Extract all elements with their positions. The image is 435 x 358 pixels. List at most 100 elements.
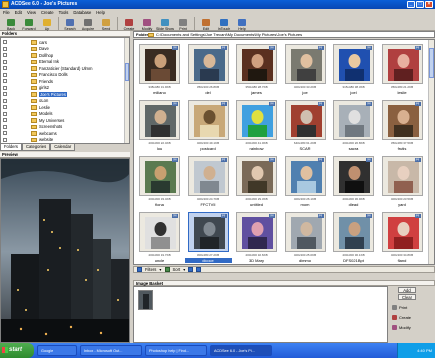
thumbnail-item[interactable]: jpg 400x300 49.1KB postcard (185, 98, 232, 152)
folder-checkbox[interactable] (3, 59, 7, 64)
menu-tools[interactable]: Tools (59, 9, 69, 16)
folder-checkbox[interactable] (3, 40, 7, 45)
thumbnail-item[interactable]: jpg 400x300 29.3KB untitled (233, 154, 280, 208)
close-button[interactable]: × (425, 1, 433, 8)
basket-create-action[interactable]: Create (392, 315, 411, 320)
filters-button[interactable]: Filters (145, 267, 156, 272)
toolbar-acquire-button[interactable]: Acquire (79, 16, 97, 31)
thumbnail-item[interactable]: jpg 400x300 32.6KB 3D Mary (233, 210, 280, 264)
thumbnail-item[interactable]: jpg 350x480 37.5KB frutis (379, 98, 426, 152)
toolbar-print-button[interactable]: Print (174, 16, 192, 31)
taskbar-window-button[interactable]: Photoshop help | Find... (145, 345, 207, 356)
sort-dropdown-icon[interactable]: ▾ (183, 267, 185, 272)
thumbnail-item[interactable]: jpg 350x480 21.2KB leslie (379, 42, 426, 96)
basket-clear-button[interactable]: Clear (398, 294, 416, 300)
minimize-button[interactable]: _ (407, 1, 415, 8)
tab-calendar[interactable]: Calendar (50, 144, 76, 151)
basket-modify-action[interactable]: Modify (392, 325, 411, 330)
thumbnail-item[interactable]: jpg 400x300 19.7KB uncle (136, 210, 183, 264)
thumbnail-item[interactable]: jpg 400x300 30.1KB DFS021Bpt (330, 210, 377, 264)
thumbnail-meta: 350x480 28.7KB (245, 85, 268, 89)
forward-arrow-icon (25, 19, 33, 26)
toolbar-search-button[interactable]: Search (61, 16, 79, 31)
thumbnail-item[interactable]: jpg 400x300 24.7KB FFCTVII (185, 154, 232, 208)
view-mode-icon[interactable] (137, 267, 142, 272)
folder-checkbox[interactable] (3, 131, 7, 136)
thumbnail-item[interactable]: jpg 350x480 28.7KB james (233, 42, 280, 96)
menu-file[interactable]: File (3, 9, 10, 16)
taskbar-window-button[interactable]: ACDSee 6.0 - Joe's Pi... (210, 345, 272, 356)
thumbnail-meta: 400x300 33.2KB (293, 85, 317, 89)
toolbar-send-button[interactable]: Send (97, 16, 115, 31)
thumbnail-item[interactable]: jpg 400x300 34.8KB fland (379, 210, 426, 264)
basket-add-button[interactable]: Add (398, 287, 416, 293)
menu-help[interactable]: Help (96, 9, 105, 16)
file-type-badge-icon: jpg (220, 158, 227, 162)
thumbnail-item[interactable]: jpg 400x300 23.5KB yard (379, 154, 426, 208)
thumbnail-item[interactable]: jpg 300x480 27.2KB dicoce (184, 210, 232, 264)
folder-checkbox[interactable] (3, 98, 7, 103)
thumbnail-item[interactable]: jpg 400x300 26.1KB mom (282, 154, 329, 208)
folder-icon (31, 79, 37, 84)
thumbnail-size-icon[interactable] (188, 267, 194, 272)
folder-checkbox[interactable] (3, 46, 7, 51)
toolbar-intouch-button[interactable]: InTouch (215, 16, 233, 31)
file-type-badge-icon: jpg (317, 214, 324, 218)
window-controls: _ □ × (407, 1, 433, 8)
thumbnail-item[interactable]: jpg 640x480 61.2KB SCAR (282, 98, 329, 152)
menu-create[interactable]: Create (41, 9, 54, 16)
toolbar-slide-show-button[interactable]: Slide Show (156, 16, 174, 31)
thumbnail-item[interactable]: jpg 400x300 36.9KB dlead (330, 154, 377, 208)
toolbar-back-button[interactable]: Back (2, 16, 20, 31)
toolbar-create-button[interactable]: Create (120, 16, 138, 31)
folder-checkbox[interactable] (3, 137, 7, 142)
menu-database[interactable]: Database (73, 9, 91, 16)
address-bar[interactable]: Folders C:\Documents and Settings\Joe Tr… (133, 31, 435, 38)
sort-button[interactable]: Sort (173, 267, 181, 272)
folder-checkbox[interactable] (3, 124, 7, 129)
folder-checkbox[interactable] (3, 66, 7, 71)
filters-dropdown-icon[interactable]: ▾ (159, 267, 161, 272)
toolbar-edit-button[interactable]: Edit (197, 16, 215, 31)
start-button[interactable]: start (0, 343, 34, 358)
folder-checkbox[interactable] (3, 72, 7, 77)
thumbnail-item[interactable]: jpg 350x300 26.8KB del (185, 42, 232, 96)
select-all-icon[interactable] (196, 267, 202, 272)
folder-icon (31, 131, 37, 136)
folder-checkbox[interactable] (3, 111, 7, 116)
folder-checkbox[interactable] (3, 118, 7, 123)
basket-print-action[interactable]: Print (392, 305, 407, 310)
file-type-badge-icon: jpg (366, 102, 372, 106)
folder-checkbox[interactable] (3, 53, 7, 58)
thumbnail-item[interactable]: jpg 338x480 31.9KB miliano (136, 42, 183, 96)
thumbnail-item[interactable]: jpg 400x300 25.0KB dimmo (282, 210, 329, 264)
system-tray-clock[interactable]: 4:40 PM (397, 343, 435, 358)
toolbar-up-button[interactable]: Up (38, 16, 56, 31)
toolbar-forward-button[interactable]: Forward (20, 16, 38, 31)
menu-view[interactable]: View (27, 9, 36, 16)
toolbar-help-button[interactable]: Help (233, 16, 251, 31)
folder-label: website (39, 137, 54, 143)
maximize-button[interactable]: □ (416, 1, 424, 8)
thumbnail-item[interactable]: jpg 400x300 41.0KB rainbow (233, 98, 280, 152)
basket-thumbnail[interactable] (138, 290, 153, 310)
folder-checkbox[interactable] (3, 92, 7, 97)
thumbnail-item[interactable]: jpg 400x300 33.4KB fiona (136, 154, 183, 208)
folder-checkbox[interactable] (3, 85, 7, 90)
tab-folders[interactable]: Folders (0, 144, 22, 151)
thumbnail-caption: DFS021Bpt (343, 258, 364, 263)
thumbnail-item[interactable]: jpg 400x300 33.2KB joe (282, 42, 329, 96)
menu-edit[interactable]: Edit (15, 9, 22, 16)
tab-categories[interactable]: Categories (21, 144, 51, 151)
taskbar-window-button[interactable]: Inbox - Microsoft Out... (80, 345, 142, 356)
folder-checkbox[interactable] (3, 79, 7, 84)
taskbar-window-button[interactable]: Google (37, 345, 77, 356)
folder-tree-scrollbar[interactable] (124, 38, 129, 143)
toolbar-modify-button[interactable]: Modify (138, 16, 156, 31)
folder-icon (148, 33, 154, 37)
thumbnail-scrollbar[interactable] (428, 40, 434, 264)
folder-checkbox[interactable] (3, 105, 7, 110)
thumbnail-item[interactable]: jpg 315x480 38.3KB joel (330, 42, 377, 96)
thumbnail-item[interactable]: jpg 400x300 22.4KB lou (136, 98, 183, 152)
thumbnail-item[interactable]: jpg 400x300 20.8KB sacra (330, 98, 377, 152)
